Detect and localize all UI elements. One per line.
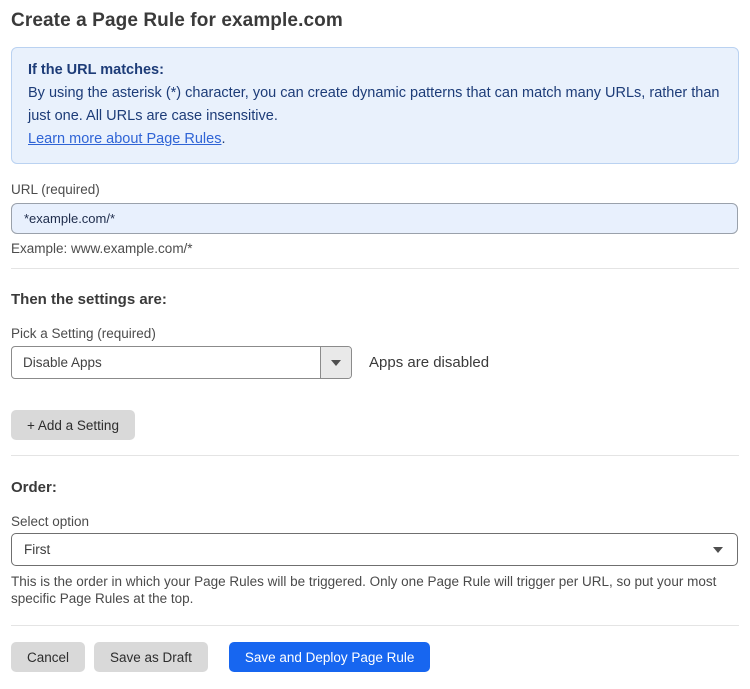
- url-match-info-box: If the URL matches: By using the asteris…: [11, 47, 739, 164]
- setting-status-text: Apps are disabled: [369, 354, 490, 371]
- info-box-link-line: Learn more about Page Rules.: [28, 128, 722, 151]
- caret-down-icon: [713, 547, 723, 553]
- settings-section-heading: Then the settings are:: [11, 291, 167, 308]
- info-box-heading: If the URL matches:: [28, 62, 164, 78]
- page-title: Create a Page Rule for example.com: [11, 10, 343, 31]
- info-box-body: By using the asterisk (*) character, you…: [28, 85, 720, 124]
- order-select-value: First: [24, 542, 51, 557]
- url-example-text: Example: www.example.com/*: [11, 241, 193, 256]
- divider: [11, 625, 739, 626]
- url-input[interactable]: [11, 203, 738, 234]
- create-page-rule-panel: Create a Page Rule for example.com If th…: [0, 0, 750, 672]
- learn-more-link[interactable]: Learn more about Page Rules: [28, 131, 221, 147]
- order-select[interactable]: First: [11, 533, 738, 566]
- setting-select-dropdown-button[interactable]: [320, 347, 351, 378]
- divider: [11, 268, 739, 269]
- save-and-deploy-button[interactable]: Save and Deploy Page Rule: [228, 642, 431, 672]
- add-setting-button[interactable]: + Add a Setting: [11, 410, 135, 440]
- order-select-label: Select option: [11, 514, 90, 529]
- url-field-label: URL (required): [11, 182, 100, 197]
- order-section-heading: Order:: [11, 479, 57, 496]
- link-period: .: [221, 131, 226, 147]
- caret-down-icon: [331, 359, 341, 366]
- footer-actions: Cancel Save as Draft Save and Deploy Pag…: [11, 642, 739, 672]
- setting-select[interactable]: Disable Apps: [11, 346, 352, 379]
- pick-setting-label: Pick a Setting (required): [11, 326, 156, 341]
- save-as-draft-button[interactable]: Save as Draft: [94, 642, 208, 672]
- setting-row: Disable Apps Apps are disabled: [11, 346, 739, 379]
- divider: [11, 455, 739, 456]
- order-help-text: This is the order in which your Page Rul…: [11, 574, 717, 606]
- cancel-button[interactable]: Cancel: [11, 642, 86, 672]
- setting-select-value: Disable Apps: [23, 355, 102, 370]
